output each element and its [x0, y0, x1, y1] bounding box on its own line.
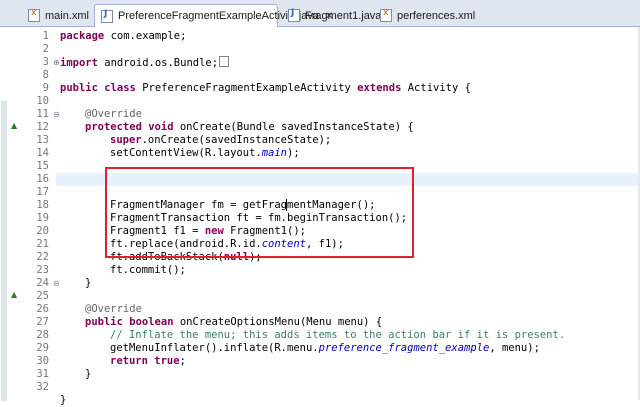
- line-number: 29: [36, 342, 49, 354]
- overview-ruler: [0, 27, 9, 401]
- code-line: @Override: [85, 108, 142, 120]
- java-file-icon: [101, 9, 113, 23]
- line-number: 20: [36, 225, 49, 237]
- code-line: FragmentManager fm = getFragmentManager(…: [110, 199, 376, 211]
- line-number: 27: [36, 316, 49, 328]
- code-text-area[interactable]: package com.example; import android.os.B…: [56, 27, 640, 406]
- code-line: }: [85, 368, 92, 380]
- code-line: ft.replace(android.R.id.content, f1);: [110, 238, 344, 250]
- code-line: Fragment1 f1 = new Fragment1();: [110, 225, 306, 237]
- line-number: 26: [36, 303, 49, 315]
- java-file-icon: [288, 8, 300, 22]
- tab-label: main.xml: [45, 9, 90, 22]
- line-number: 24: [36, 277, 49, 289]
- tab-perferences-xml[interactable]: perferences.xml: [374, 5, 484, 26]
- tab-fragment1-java[interactable]: Fragment1.java: [282, 5, 381, 26]
- line-number: 11: [36, 108, 49, 120]
- folded-code-icon: [219, 56, 230, 67]
- line-number: 1: [42, 30, 49, 42]
- line-number: 25: [36, 290, 49, 302]
- line-number: 15: [36, 160, 49, 172]
- line-number: 14: [36, 147, 49, 159]
- line-number: 10: [36, 95, 49, 107]
- code-line: setContentView(R.layout.main);: [110, 147, 300, 159]
- line-number-gutter: 1 2 3 ⊕ 8 9 10 11 ⊖ ▲ 12 13 14 15 16 17 …: [9, 27, 60, 400]
- code-line: getMenuInflater().inflate(R.menu.prefere…: [110, 342, 540, 354]
- code-line: return true;: [110, 355, 186, 367]
- line-number: 16: [36, 173, 49, 185]
- line-number: 18: [36, 199, 49, 211]
- code-line: }: [85, 277, 92, 289]
- line-number: 32: [36, 381, 49, 393]
- code-editor[interactable]: 1 2 3 ⊕ 8 9 10 11 ⊖ ▲ 12 13 14 15 16 17 …: [0, 27, 640, 406]
- code-line: }: [60, 394, 67, 406]
- code-line: import android.os.Bundle;: [60, 56, 230, 69]
- text-caret: [286, 199, 287, 211]
- code-line: super.onCreate(savedInstanceState);: [110, 134, 332, 146]
- code-line: package com.example;: [60, 30, 187, 42]
- tab-label: Fragment1.java: [305, 9, 382, 22]
- range-indicator: [1, 101, 7, 401]
- line-number: 30: [36, 355, 49, 367]
- line-number: 2: [42, 43, 49, 55]
- line-number: 22: [36, 251, 49, 263]
- line-number: 31: [36, 368, 49, 380]
- code-line: protected void onCreate(Bundle savedInst…: [85, 121, 414, 133]
- line-number: 3: [42, 56, 49, 68]
- code-line: @Override: [85, 303, 142, 315]
- tab-preference-fragment-example-activity[interactable]: PreferenceFragmentExampleActivity.java ✕: [94, 4, 333, 27]
- xml-file-icon: [28, 8, 40, 22]
- line-number: 17: [36, 186, 49, 198]
- code-line: public boolean onCreateOptionsMenu(Menu …: [85, 316, 383, 328]
- line-number: 21: [36, 238, 49, 250]
- line-number: 8: [42, 69, 49, 81]
- line-number: 13: [36, 134, 49, 146]
- code-line: public class PreferenceFragmentExampleAc…: [60, 82, 471, 94]
- code-line: ft.addToBackStack(null);: [110, 251, 262, 263]
- code-line: // Inflate the menu; this adds items to …: [110, 329, 566, 341]
- current-line-highlight: [56, 173, 640, 186]
- code-line: ft.commit();: [110, 264, 186, 276]
- line-number: 28: [36, 329, 49, 341]
- line-number: 19: [36, 212, 49, 224]
- line-number: 9: [42, 82, 49, 94]
- code-line: FragmentTransaction ft = fm.beginTransac…: [110, 212, 408, 224]
- line-number: 23: [36, 264, 49, 276]
- editor-tab-bar: main.xml PreferenceFragmentExampleActivi…: [0, 0, 640, 27]
- line-number: 12: [36, 121, 49, 133]
- tab-label: perferences.xml: [397, 9, 476, 22]
- xml-file-icon: [380, 8, 392, 22]
